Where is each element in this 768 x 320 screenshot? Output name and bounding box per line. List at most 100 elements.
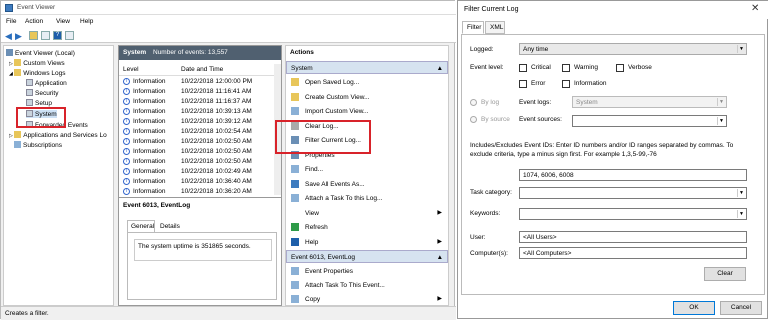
help-icon — [291, 237, 299, 246]
close-icon[interactable]: ✕ — [751, 3, 759, 14]
warning-checkbox[interactable] — [562, 64, 570, 72]
info-icon: i — [123, 128, 130, 135]
user-label: User: — [470, 234, 486, 241]
table-row[interactable]: i Information 10/22/2018 11:16:37 AM — [119, 97, 269, 107]
tab-details[interactable]: Details — [157, 221, 183, 232]
actions-header: Actions — [290, 49, 314, 56]
collapse-icon[interactable]: ▲ — [437, 254, 443, 261]
column-date[interactable]: Date and Time — [181, 66, 223, 73]
refresh-icon — [291, 223, 299, 231]
action-item[interactable]: Event Properties — [286, 264, 448, 278]
information-label: Information — [574, 80, 607, 87]
clear-button[interactable]: Clear — [704, 267, 746, 281]
menu-action[interactable]: Action — [25, 18, 43, 25]
highlight-system — [16, 107, 66, 128]
event-level-label: Event level: — [470, 64, 504, 71]
table-row[interactable]: i Information 10/22/2018 10:02:54 AM — [119, 127, 269, 137]
info-icon: i — [123, 118, 130, 125]
action-item[interactable]: Refresh — [286, 220, 448, 234]
verbose-checkbox[interactable] — [616, 64, 624, 72]
table-row[interactable]: i Information 10/22/2018 10:02:49 AM — [119, 167, 269, 177]
information-checkbox[interactable] — [562, 80, 570, 88]
properties-icon[interactable] — [65, 31, 74, 40]
cancel-button[interactable]: Cancel — [720, 301, 762, 315]
tab-xml[interactable]: XML — [485, 21, 505, 34]
event-sources-label: Event sources: — [519, 116, 562, 123]
section-system[interactable]: System ▲ — [286, 61, 448, 74]
menu-view[interactable]: View — [56, 18, 70, 25]
action-item[interactable]: Create Custom View... — [286, 90, 448, 104]
tree-item-setup[interactable]: Setup — [26, 99, 52, 107]
keywords-select[interactable]: ▼ — [519, 208, 747, 220]
tree-item-app-services[interactable]: ▷ Applications and Services Lo — [9, 131, 107, 139]
event-ids-input[interactable]: 1074, 6006, 6008 — [519, 169, 747, 181]
action-item[interactable]: Help ▶ — [286, 235, 448, 249]
detail-body: The system uptime is 351865 seconds. — [127, 232, 277, 300]
open-icon — [291, 78, 299, 86]
table-row[interactable]: i Information 10/22/2018 10:36:40 AM — [119, 177, 269, 187]
filter-dialog: Filter Current Log ✕ Filter XML Logged: … — [457, 0, 768, 319]
event-sources-select[interactable]: ▼ — [572, 115, 727, 127]
forward-icon[interactable]: ▶ — [15, 31, 22, 42]
action-item[interactable]: Import Custom View... — [286, 104, 448, 118]
table-row[interactable]: i Information 10/22/2018 10:39:13 AM — [119, 107, 269, 117]
tree-item-custom-views[interactable]: ▷ Custom Views — [9, 59, 65, 67]
action-item[interactable]: Copy ▶ — [286, 292, 448, 306]
computer-label: Computer(s): — [470, 250, 508, 257]
action-item[interactable]: Open Saved Log... — [286, 75, 448, 89]
table-row[interactable]: i Information 10/22/2018 10:02:50 AM — [119, 147, 269, 157]
row-date: 10/22/2018 10:02:50 AM — [181, 148, 252, 155]
action-item[interactable]: Attach a Task To this Log... — [286, 191, 448, 205]
console-tree-icon[interactable] — [41, 31, 50, 40]
section-event[interactable]: Event 6013, EventLog ▲ — [286, 250, 448, 263]
table-row[interactable]: i Information 10/22/2018 11:16:41 AM — [119, 87, 269, 97]
row-level: Information — [133, 88, 166, 95]
critical-label: Critical — [531, 64, 551, 71]
tab-filter[interactable]: Filter — [462, 21, 484, 34]
error-checkbox[interactable] — [519, 80, 527, 88]
row-date: 10/22/2018 10:02:49 AM — [181, 168, 252, 175]
help-icon[interactable]: ? — [53, 31, 62, 40]
table-row[interactable]: i Information 10/22/2018 10:36:20 AM — [119, 187, 269, 197]
logged-select[interactable]: Any time ▼ — [519, 43, 747, 55]
by-source-radio[interactable] — [470, 116, 477, 123]
collapse-icon[interactable]: ▲ — [437, 65, 443, 72]
folder-icon[interactable] — [29, 31, 38, 40]
menu-help[interactable]: Help — [80, 18, 93, 25]
tree-item-subscriptions[interactable]: Subscriptions — [14, 141, 62, 149]
tab-general[interactable]: General — [127, 220, 155, 232]
event-logs-select[interactable]: System ▼ — [572, 96, 727, 108]
tree-item-root[interactable]: Event Viewer (Local) — [6, 49, 75, 57]
tree-item-security[interactable]: Security — [26, 89, 58, 97]
table-row[interactable]: i Information 10/22/2018 10:02:50 AM — [119, 137, 269, 147]
info-icon: i — [123, 78, 130, 85]
event-ids-help-1: Includes/Excludes Event IDs: Enter ID nu… — [470, 142, 734, 149]
critical-checkbox[interactable] — [519, 64, 527, 72]
tree-item-application[interactable]: Application — [26, 79, 67, 87]
menu-file[interactable]: File — [6, 18, 16, 25]
action-item[interactable]: Save All Events As... — [286, 177, 448, 191]
task-category-select[interactable]: ▼ — [519, 187, 747, 199]
info-icon: i — [123, 158, 130, 165]
info-icon: i — [123, 98, 130, 105]
event-logs-label: Event logs: — [519, 99, 552, 106]
computer-input[interactable]: <All Computers> — [519, 247, 747, 259]
table-row[interactable]: i Information 10/22/2018 10:02:50 AM — [119, 157, 269, 167]
tree-item-windows-logs[interactable]: ◢ Windows Logs — [9, 69, 66, 77]
row-date: 10/22/2018 11:16:41 AM — [181, 88, 252, 95]
action-item[interactable]: View ▶ — [286, 206, 448, 220]
column-level[interactable]: Level — [123, 66, 139, 73]
by-log-radio[interactable] — [470, 99, 477, 106]
row-level: Information — [133, 138, 166, 145]
info-icon: i — [123, 148, 130, 155]
table-row[interactable]: i Information 10/22/2018 12:00:00 PM — [119, 77, 269, 87]
row-date: 10/22/2018 10:39:12 AM — [181, 118, 252, 125]
user-input[interactable]: <All Users> — [519, 231, 747, 243]
action-item[interactable]: Attach Task To This Event... — [286, 278, 448, 292]
row-level: Information — [133, 168, 166, 175]
action-item[interactable]: Find... — [286, 162, 448, 176]
back-icon[interactable]: ◀ — [5, 31, 12, 42]
ok-button[interactable]: OK — [673, 301, 715, 315]
row-level: Information — [133, 118, 166, 125]
table-row[interactable]: i Information 10/22/2018 10:39:12 AM — [119, 117, 269, 127]
